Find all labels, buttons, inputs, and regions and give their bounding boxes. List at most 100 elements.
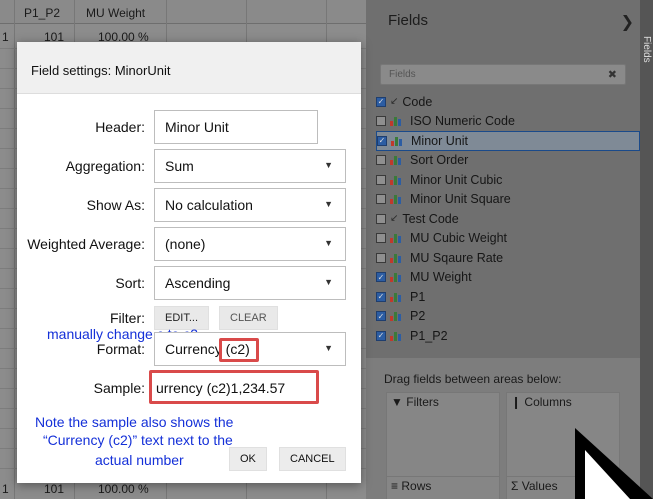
format-row: Format: Currency (c2) ▼	[17, 332, 361, 366]
columns-area-label: Columns	[524, 395, 572, 409]
filter-clear-button[interactable]: CLEAR	[219, 306, 278, 330]
sort-label: Sort:	[115, 275, 145, 291]
weighted-average-label: Weighted Average:	[27, 236, 145, 252]
header-value: Minor Unit	[165, 119, 229, 135]
field-item-label: MU Sqaure Rate	[410, 250, 504, 265]
filters-area-label: Filters	[406, 395, 439, 409]
field-item[interactable]: ISO Numeric Code	[376, 112, 640, 132]
field-item[interactable]: MU Cubic Weight	[376, 229, 640, 249]
field-checkbox[interactable]	[376, 252, 386, 263]
values-area-label: Values	[521, 479, 558, 493]
measure-chart-icon	[390, 194, 404, 205]
header-row: Header: Minor Unit	[17, 110, 361, 144]
sort-select[interactable]: Ascending ▼	[154, 266, 346, 300]
field-item-label: Minor Unit Cubic	[410, 172, 503, 187]
fields-panel-title: Fields	[388, 12, 429, 29]
fields-side-tab[interactable]: Fields	[640, 0, 653, 499]
grid-cell: 101	[44, 482, 65, 496]
weighted-average-value: (none)	[165, 236, 206, 252]
field-item[interactable]: Sort Order	[376, 151, 640, 171]
field-item[interactable]: ✓ P2	[376, 307, 640, 327]
caret-down-icon: ▼	[324, 238, 333, 248]
aggregation-value: Sum	[165, 158, 194, 174]
show-as-label: Show As:	[86, 197, 145, 213]
field-checkbox[interactable]	[376, 174, 386, 185]
field-item[interactable]: Minor Unit Square	[376, 190, 640, 210]
field-item[interactable]: ✓ MU Weight	[376, 268, 640, 288]
field-checkbox[interactable]: ✓	[376, 272, 386, 283]
ok-button[interactable]: OK	[229, 447, 267, 471]
grid-header-p1p2[interactable]: P1_P2	[24, 6, 60, 20]
filter-icon: ▼	[391, 395, 403, 409]
grid-cell: 100.00 %	[98, 482, 149, 496]
field-checkbox[interactable]	[376, 116, 386, 127]
field-item[interactable]: Minor Unit Cubic	[376, 170, 640, 190]
field-checkbox[interactable]: ✓	[377, 135, 387, 146]
measure-chart-icon	[390, 331, 404, 341]
grid-cell: 1	[2, 30, 9, 44]
fields-search-input[interactable]: Fields ✖	[380, 64, 626, 85]
collapse-chevron-icon[interactable]: ❯	[621, 12, 634, 32]
show-as-value: No calculation	[165, 197, 253, 213]
field-list: ✓ ↙ Code ISO Numeric Code ✓ Minor Unit Sort Or…	[376, 92, 640, 346]
grid-header: P1_P2 MU Weight	[0, 0, 366, 24]
field-item[interactable]: ↙ Test Code	[376, 209, 640, 229]
measure-chart-icon	[390, 272, 404, 283]
grid-cell: 1	[2, 482, 9, 496]
field-checkbox[interactable]	[376, 213, 386, 224]
drag-instructions: Drag fields between areas below:	[384, 372, 562, 386]
field-item-label: Test Code	[402, 211, 459, 226]
measure-chart-icon	[390, 292, 404, 302]
filter-label: Filter:	[110, 310, 145, 326]
rows-area-label: Rows	[401, 479, 432, 493]
header-label: Header:	[95, 119, 145, 135]
field-item[interactable]: ✓ ↙ Code	[376, 92, 640, 112]
field-item[interactable]: ✓ Minor Unit	[376, 131, 640, 151]
aggregation-select[interactable]: Sum ▼	[154, 149, 346, 183]
hierarchy-icon: ↙	[390, 213, 399, 225]
weighted-average-select[interactable]: (none) ▼	[154, 227, 346, 261]
rows-area[interactable]: ≡ Rows	[386, 476, 500, 499]
sort-value: Ascending	[165, 275, 231, 291]
measure-chart-icon	[390, 116, 404, 127]
hierarchy-icon: ↙	[390, 96, 399, 108]
sample-annotation-line1: Note the sample also shows the	[35, 414, 234, 430]
field-checkbox[interactable]	[376, 194, 386, 205]
field-item-label: P2	[410, 309, 426, 324]
sort-row: Sort: Ascending ▼	[17, 266, 361, 300]
field-checkbox[interactable]	[376, 233, 386, 244]
measure-chart-icon	[390, 233, 404, 244]
field-checkbox[interactable]	[376, 155, 386, 166]
format-highlight-box	[219, 338, 259, 362]
field-item[interactable]: MU Sqaure Rate	[376, 248, 640, 268]
dialog-title: Field settings: MinorUnit	[17, 42, 361, 94]
weighted-average-row: Weighted Average: (none) ▼	[17, 227, 361, 261]
field-checkbox[interactable]: ✓	[376, 96, 386, 107]
field-item-label: P1_P2	[410, 328, 448, 343]
sample-annotation-line2: “Currency (c2)” text next to the	[43, 432, 233, 448]
caret-down-icon: ▼	[324, 343, 333, 353]
clear-search-icon[interactable]: ✖	[608, 68, 617, 81]
header-input[interactable]: Minor Unit	[154, 110, 318, 144]
field-item-label: MU Weight	[410, 270, 472, 285]
measure-chart-icon	[390, 253, 404, 263]
field-item[interactable]: ✓ P1_P2	[376, 326, 640, 346]
field-checkbox[interactable]: ✓	[376, 330, 386, 341]
search-placeholder: Fields	[389, 69, 416, 80]
fields-panel: Fields ❯ Fields ✖ ✓ ↙ Code ISO Numeric Code…	[366, 0, 640, 499]
field-item[interactable]: ✓ P1	[376, 287, 640, 307]
measure-chart-icon	[390, 155, 404, 166]
format-label: Format:	[96, 341, 145, 357]
filters-area[interactable]: ▼ Filters	[386, 392, 500, 487]
grid-header-mu-weight[interactable]: MU Weight	[86, 6, 145, 20]
cancel-button[interactable]: CANCEL	[279, 447, 346, 471]
cursor-arrow-highlight	[585, 450, 630, 499]
field-item-label: Code	[402, 94, 433, 109]
field-checkbox[interactable]: ✓	[376, 311, 386, 322]
measure-chart-icon	[390, 175, 404, 185]
field-item-label: ISO Numeric Code	[410, 114, 515, 129]
show-as-select[interactable]: No calculation ▼	[154, 188, 346, 222]
field-item-label: Minor Unit Square	[410, 192, 511, 207]
field-item-label: Minor Unit	[411, 133, 468, 148]
field-checkbox[interactable]: ✓	[376, 291, 386, 302]
